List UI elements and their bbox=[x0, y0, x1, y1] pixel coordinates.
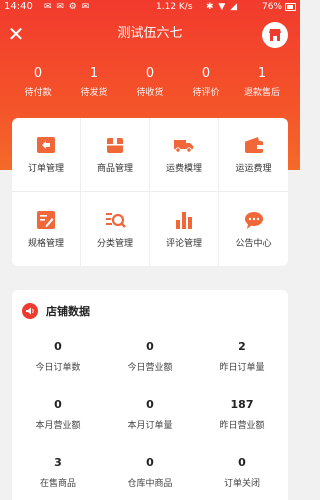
stat-label: 昨日订单量 bbox=[219, 363, 265, 373]
store-icon bbox=[269, 29, 281, 41]
stat-today-orders[interactable]: 0 今日订单数 bbox=[12, 340, 104, 374]
network-speed: 1.12 K/s bbox=[156, 2, 193, 12]
menu-item-reviews[interactable]: 评论管理 bbox=[150, 192, 219, 266]
stat-value: 0 bbox=[146, 340, 154, 353]
menu-label: 运费模埋 bbox=[165, 164, 202, 174]
close-icon[interactable]: ✕ bbox=[6, 24, 26, 44]
stat-value: 187 bbox=[230, 398, 254, 411]
menu-item-freight-manage[interactable]: 运运费理 bbox=[219, 118, 288, 192]
stats-grid: 0 今日订单数 0 今日营业额 2 昨日订单量 0 本月营业额 0 本月订单量 … bbox=[12, 340, 288, 490]
status-bar: 14:40 ✉ ✉ ⚙ ✉ 1.12 K/s ✱ ▼ ◢ 76% bbox=[0, 0, 300, 14]
stat-month-orders[interactable]: 0 本月订单量 bbox=[104, 398, 196, 432]
store-data-card: 店铺数据 0 今日订单数 0 今日营业额 2 昨日订单量 0 本月营业额 0 本… bbox=[12, 290, 288, 500]
menu-label: 分类管理 bbox=[96, 238, 133, 249]
category-icon bbox=[106, 212, 126, 228]
counter-value: 0 bbox=[145, 66, 155, 81]
battery-icon bbox=[285, 3, 296, 11]
stat-on-sale-goods[interactable]: 3 在售商品 bbox=[12, 456, 104, 490]
counter-label: 待付款 bbox=[24, 88, 52, 98]
stat-closed-orders[interactable]: 0 订单关闭 bbox=[196, 456, 288, 490]
counter-value: 0 bbox=[33, 66, 43, 81]
counter-label: 待发货 bbox=[80, 88, 108, 98]
battery-percent: 76% bbox=[262, 2, 283, 12]
order-counters: 0 待付款 1 待发货 0 待收货 0 待评价 1 退款售后 bbox=[10, 66, 290, 102]
stat-value: 2 bbox=[238, 340, 246, 353]
store-button[interactable] bbox=[262, 22, 288, 48]
counter-pending-payment[interactable]: 0 待付款 bbox=[10, 66, 66, 102]
signal-icons: ✱ ▼ ◢ bbox=[206, 2, 239, 12]
store-data-title: 店铺数据 bbox=[46, 305, 90, 318]
stat-value: 3 bbox=[54, 456, 62, 469]
stat-yesterday-revenue[interactable]: 187 昨日营业额 bbox=[196, 398, 288, 432]
chat-bubble-icon bbox=[244, 211, 263, 229]
speaker-icon bbox=[22, 303, 38, 319]
stat-label: 今日营业额 bbox=[127, 363, 173, 373]
menu-item-specs[interactable]: 规格管理 bbox=[12, 192, 81, 266]
truck-icon bbox=[174, 140, 193, 153]
counter-pending-review[interactable]: 0 待评价 bbox=[178, 66, 234, 102]
counter-label: 退款售后 bbox=[243, 88, 280, 98]
store-data-header: 店铺数据 bbox=[22, 302, 90, 320]
stat-value: 0 bbox=[54, 398, 62, 411]
stat-today-revenue[interactable]: 0 今日营业额 bbox=[104, 340, 196, 374]
stat-label: 在售商品 bbox=[39, 479, 76, 489]
stat-value: 0 bbox=[146, 456, 154, 469]
stat-label: 昨日营业额 bbox=[219, 421, 265, 431]
goods-icon bbox=[107, 138, 123, 153]
status-time: 14:40 bbox=[4, 1, 33, 12]
menu-item-goods[interactable]: 商品管理 bbox=[81, 118, 150, 192]
counter-pending-receipt[interactable]: 0 待收货 bbox=[122, 66, 178, 102]
stat-yesterday-orders[interactable]: 2 昨日订单量 bbox=[196, 340, 288, 374]
counter-value: 0 bbox=[201, 66, 211, 81]
stat-month-revenue[interactable]: 0 本月营业额 bbox=[12, 398, 104, 432]
bar-chart-icon bbox=[176, 211, 192, 229]
page-title: 测试伍六七 bbox=[117, 26, 183, 41]
management-menu: 订单管理 商品管理 运费模埋 运运费理 规格管理 分类管理 评论管理 公告中心 bbox=[12, 118, 288, 266]
menu-item-categories[interactable]: 分类管理 bbox=[81, 192, 150, 266]
menu-item-orders[interactable]: 订单管理 bbox=[12, 118, 81, 192]
counter-refund[interactable]: 1 退款售后 bbox=[234, 66, 290, 102]
menu-item-announcements[interactable]: 公告中心 bbox=[219, 192, 288, 266]
menu-item-freight-template[interactable]: 运费模埋 bbox=[150, 118, 219, 192]
menu-label: 规格管理 bbox=[27, 238, 64, 249]
menu-label: 商品管理 bbox=[96, 164, 133, 174]
stat-label: 本月营业额 bbox=[35, 421, 81, 431]
counter-label: 待评价 bbox=[192, 88, 220, 98]
spec-edit-icon bbox=[37, 210, 55, 229]
menu-label: 运运费理 bbox=[235, 164, 272, 174]
stat-value: 0 bbox=[238, 456, 246, 469]
wallet-icon bbox=[244, 137, 263, 153]
menu-label: 评论管理 bbox=[165, 238, 202, 249]
stat-warehouse-goods[interactable]: 0 仓库中商品 bbox=[104, 456, 196, 490]
counter-value: 1 bbox=[89, 66, 99, 81]
stat-value: 0 bbox=[54, 340, 62, 353]
stat-label: 订单关闭 bbox=[223, 479, 260, 489]
stat-label: 本月订单量 bbox=[127, 421, 173, 431]
counter-pending-shipment[interactable]: 1 待发货 bbox=[66, 66, 122, 102]
notification-icons: ✉ ✉ ⚙ ✉ bbox=[44, 2, 91, 12]
order-icon bbox=[37, 137, 55, 153]
menu-label: 订单管理 bbox=[27, 164, 64, 174]
stat-value: 0 bbox=[146, 398, 154, 411]
counter-value: 1 bbox=[257, 66, 267, 81]
stat-label: 仓库中商品 bbox=[127, 479, 173, 489]
menu-label: 公告中心 bbox=[235, 238, 272, 249]
counter-label: 待收货 bbox=[136, 88, 164, 98]
stat-label: 今日订单数 bbox=[35, 363, 81, 373]
